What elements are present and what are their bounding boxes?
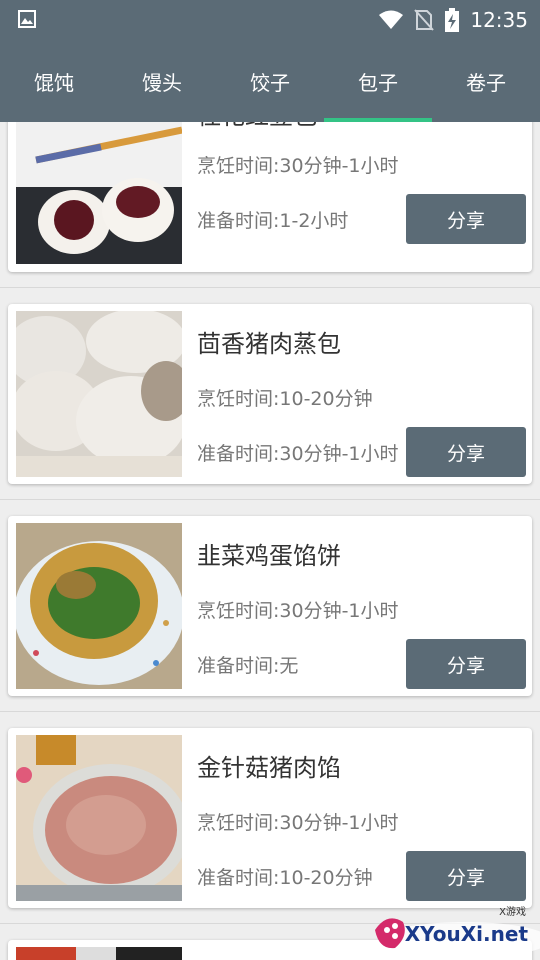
prep-time: 准备时间:30分钟-1小时 — [197, 443, 399, 465]
status-bar: 12:35 — [0, 0, 540, 40]
wifi-icon — [379, 10, 404, 29]
recipe-image — [16, 122, 182, 264]
recipe-image — [16, 311, 182, 477]
recipe-card[interactable]: 茴香猪肉蒸包 烹饪时间:10-20分钟 准备时间:30分钟-1小时 分享 — [8, 304, 532, 484]
no-sim-icon — [414, 9, 435, 31]
recipe-card[interactable]: 韭菜鸡蛋馅饼 烹饪时间:30分钟-1小时 准备时间:无 分享 — [8, 516, 532, 696]
share-button[interactable]: 分享 — [406, 427, 526, 477]
recipe-image — [16, 735, 182, 901]
recipe-title: 金针菇猪肉馅 — [197, 754, 341, 782]
tab-huntun[interactable]: 馄饨 — [0, 40, 108, 122]
share-button[interactable]: 分享 — [406, 851, 526, 901]
tab-label: 馒头 — [142, 70, 182, 95]
category-tab-bar: 馄饨 馒头 饺子 包子 卷子 — [0, 40, 540, 122]
divider — [0, 499, 540, 500]
prep-time: 准备时间:10-20分钟 — [197, 867, 373, 889]
share-button[interactable]: 分享 — [406, 639, 526, 689]
watermark-small-text: X游戏 — [499, 907, 526, 918]
recipe-title: 茴香猪肉蒸包 — [197, 330, 341, 358]
tab-label: 包子 — [358, 70, 398, 95]
recipe-title: 桂花红豆包 — [197, 122, 317, 131]
tab-mantou[interactable]: 馒头 — [108, 40, 216, 122]
watermark-site-text: XYouXi.net — [404, 922, 528, 946]
cook-time: 烹饪时间:30分钟-1小时 — [197, 812, 399, 834]
prep-time: 准备时间:无 — [197, 655, 299, 677]
recipe-title: 韭菜鸡蛋馅饼 — [197, 542, 341, 570]
tab-juanzi[interactable]: 卷子 — [432, 40, 540, 122]
recipe-card[interactable]: 金针菇猪肉馅 烹饪时间:30分钟-1小时 准备时间:10-20分钟 分享 — [8, 728, 532, 908]
divider — [0, 711, 540, 712]
share-button[interactable]: 分享 — [406, 194, 526, 244]
status-time: 12:35 — [470, 8, 528, 32]
tab-jiaozi[interactable]: 饺子 — [216, 40, 324, 122]
image-notification-icon — [18, 10, 36, 28]
recipe-list[interactable]: 桂花红豆包 烹饪时间:30分钟-1小时 准备时间:1-2小时 分享 茴香猪肉蒸包… — [0, 122, 540, 960]
cook-time: 烹饪时间:10-20分钟 — [197, 388, 373, 410]
cook-time: 烹饪时间:30分钟-1小时 — [197, 155, 399, 177]
tab-label: 馄饨 — [34, 70, 74, 95]
recipe-image — [16, 947, 182, 960]
battery-charging-icon — [445, 8, 460, 32]
divider — [0, 287, 540, 288]
tab-baozi[interactable]: 包子 — [324, 40, 432, 122]
watermark-logo: X游戏 XYouXi.net — [365, 900, 540, 960]
recipe-card[interactable]: 桂花红豆包 烹饪时间:30分钟-1小时 准备时间:1-2小时 分享 — [8, 122, 532, 272]
prep-time: 准备时间:1-2小时 — [197, 210, 349, 232]
recipe-image — [16, 523, 182, 689]
tab-label: 卷子 — [466, 70, 506, 95]
tab-label: 饺子 — [250, 70, 290, 95]
cook-time: 烹饪时间:30分钟-1小时 — [197, 600, 399, 622]
